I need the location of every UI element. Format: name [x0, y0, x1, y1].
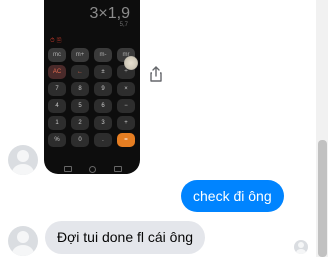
shared-screenshot-image[interactable]: 3×1,9 5,7 ⏱ 🗎 mc m+ m-mr AC ← ± ÷ 7 8 9 × 4 5 6−1 2 3 +%…	[44, 0, 140, 174]
calculator-key: 4	[48, 99, 66, 113]
calculator-key: .	[94, 133, 112, 147]
calculator-key: 8	[71, 82, 89, 96]
calculator-key: −	[117, 99, 135, 113]
sent-message-bubble[interactable]: check đi ông	[181, 180, 284, 212]
calculator-key: ±	[94, 65, 112, 79]
calculator-key: 2	[71, 116, 89, 130]
calculator-key: 6	[94, 99, 112, 113]
calculator-key: +	[117, 116, 135, 130]
share-icon[interactable]	[149, 66, 163, 82]
calculator-key: m-	[94, 48, 112, 62]
sender-avatar[interactable]	[8, 226, 38, 256]
calculator-key: 0	[71, 133, 89, 147]
calculator-key: 3	[94, 116, 112, 130]
calculator-key: ×	[117, 82, 135, 96]
nav-back-icon	[114, 166, 122, 172]
calculator-key: 1	[48, 116, 66, 130]
received-message-bubble[interactable]: Đợi tui done fl cái ông	[45, 221, 206, 254]
sender-avatar[interactable]	[8, 145, 38, 175]
calculator-expression: 3×1,9	[89, 5, 130, 22]
nav-recent-icon	[64, 166, 72, 172]
calculator-keypad: mc m+ m-mr AC ← ± ÷ 7 8 9 × 4 5 6−1 2 3 +% 0. =	[48, 48, 136, 147]
calculator-key: AC	[48, 65, 66, 79]
seen-avatar-icon	[294, 240, 308, 254]
calculator-key: ←	[71, 65, 89, 79]
calculator-key: =	[117, 133, 135, 147]
calculator-result: 5,7	[119, 22, 128, 28]
scrollbar-thumb[interactable]	[318, 140, 327, 257]
calculator-key: 5	[71, 99, 89, 113]
phone-navigation-bar	[44, 166, 140, 174]
calculator-key: m+	[71, 48, 89, 62]
calculator-key: %	[48, 133, 66, 147]
touch-indicator-icon	[124, 56, 138, 70]
calculator-key: mc	[48, 48, 66, 62]
nav-home-icon	[89, 166, 96, 173]
calculator-key: 7	[48, 82, 66, 96]
calculator-key: 9	[94, 82, 112, 96]
calculator-top-icons: ⏱ 🗎	[50, 37, 62, 44]
